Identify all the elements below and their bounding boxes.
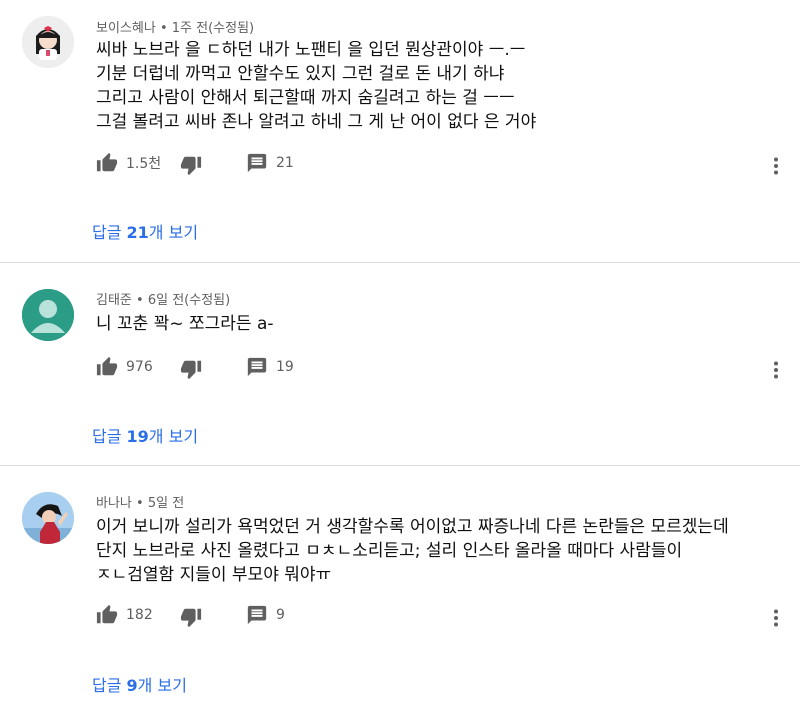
avatar-illustration [22,16,74,68]
reply-count: 21 [276,155,294,171]
meta-separator: • [159,21,172,36]
replies-label: 답글 [92,427,127,446]
comment-icon [247,357,267,377]
view-replies-link[interactable]: 답글 9개 보기 [92,672,187,696]
avatar[interactable] [22,16,74,68]
comment-time: 5일 전 [147,496,185,511]
avatar[interactable] [22,289,74,341]
like-button[interactable]: 182 [96,604,153,626]
author-name[interactable]: 보이스혜나 [96,21,156,36]
thumb-up-icon [96,152,118,172]
like-count: 182 [126,607,153,623]
comment-actions: 182 9 [96,604,776,628]
comment-meta: 김태준 • 6일 전(수정됨) [96,289,230,308]
reply-button[interactable]: 9 [246,604,285,626]
comment-time: 6일 전(수정됨) [147,293,231,308]
comment-text: 이거 보니까 설리가 욕먹었던 거 생각할수록 어이없고 짜증나네 다른 논란들… [96,515,729,587]
comment-icon [247,153,267,173]
view-replies-link[interactable]: 답글 19개 보기 [92,423,198,447]
thumb-down-icon [180,360,202,380]
like-button[interactable]: 976 [96,356,153,378]
author-name[interactable]: 김태준 [96,293,132,308]
avatar-illustration [22,492,74,544]
meta-separator: • [136,496,148,511]
comment-line: 그리고 사람이 안해서 퇴근할때 까지 숨길려고 하는 걸 ㅡㅡ [96,88,515,108]
thumb-up-icon [96,604,118,624]
comment-text: 씨바 노브라 을 ㄷ하던 내가 노팬티 을 입던 뭔상관이야 ㅡ.ㅡ 기분 더럽… [96,38,536,134]
replies-number: 21 [126,223,149,242]
comment-text: 니 꼬춘 꽉~ 쪼그라든 a- [96,312,274,336]
replies-label: 답글 [92,676,127,695]
comment-actions: 976 19 [96,356,776,380]
replies-label: 답글 [92,223,127,242]
more-vert-icon [774,609,778,627]
comment-line: 씨바 노브라 을 ㄷ하던 내가 노팬티 을 입던 뭔상관이야 ㅡ.ㅡ [96,40,526,60]
author-name[interactable]: 바나나 [96,496,132,511]
thumb-down-icon [180,156,202,176]
reply-button[interactable]: 21 [246,152,294,174]
reply-button[interactable]: 19 [246,356,294,378]
reply-count: 9 [276,607,285,623]
more-vert-icon [774,361,778,379]
comment-line: 그걸 볼려고 씨바 존나 알려고 하네 그 게 난 어이 없다 은 거야 [96,112,537,132]
like-button[interactable]: 1.5천 [96,152,161,174]
comment-line: 니 꼬춘 꽉~ 쪼그라든 a- [96,314,274,334]
more-options-button[interactable] [766,154,786,178]
view-replies-link[interactable]: 답글 21개 보기 [92,219,198,243]
comment-thread: 바나나 • 5일 전 이거 보니까 설리가 욕먹었던 거 생각할수록 어이없고 … [0,466,800,705]
comment-actions: 1.5천 21 [96,152,776,176]
meta-separator: • [136,293,148,308]
like-count: 976 [126,359,153,375]
comment-line: ㅈㄴ검열함 지들이 부모야 뭐야ㅠ [96,565,332,585]
comment-icon [247,605,267,625]
thumb-down-icon [180,608,202,628]
dislike-button[interactable] [180,154,202,176]
more-options-button[interactable] [766,358,786,382]
more-options-button[interactable] [766,606,786,630]
comment-time: 1주 전(수정됨) [171,21,255,36]
comment-meta: 바나나 • 5일 전 [96,492,184,511]
comment-thread: 김태준 • 6일 전(수정됨) 니 꼬춘 꽉~ 쪼그라든 a- 976 19 답… [0,263,800,465]
comment-line: 이거 보니까 설리가 욕먹었던 거 생각할수록 어이없고 짜증나네 다른 논란들… [96,517,729,537]
comment-line: 기분 더럽네 까먹고 안할수도 있지 그런 걸로 돈 내기 하냐 [96,64,505,84]
replies-suffix: 개 보기 [148,427,199,446]
replies-suffix: 개 보기 [137,676,187,695]
reply-count: 19 [276,359,294,375]
like-count: 1.5천 [126,156,162,172]
thumb-up-icon [96,356,118,376]
dislike-button[interactable] [180,606,202,628]
dislike-button[interactable] [180,358,202,380]
comment-line: 단지 노브라로 사진 올렸다고 ㅁㅊㄴ소리듣고; 설리 인스타 올라올 때마다 … [96,541,683,561]
comment-thread: 보이스혜나 • 1주 전(수정됨) 씨바 노브라 을 ㄷ하던 내가 노팬티 을 … [0,0,800,262]
more-vert-icon [774,157,778,175]
default-user-icon [22,289,74,341]
replies-number: 9 [126,676,138,695]
comment-meta: 보이스혜나 • 1주 전(수정됨) [96,17,254,36]
replies-suffix: 개 보기 [148,223,199,242]
replies-number: 19 [126,427,149,446]
avatar[interactable] [22,492,74,544]
